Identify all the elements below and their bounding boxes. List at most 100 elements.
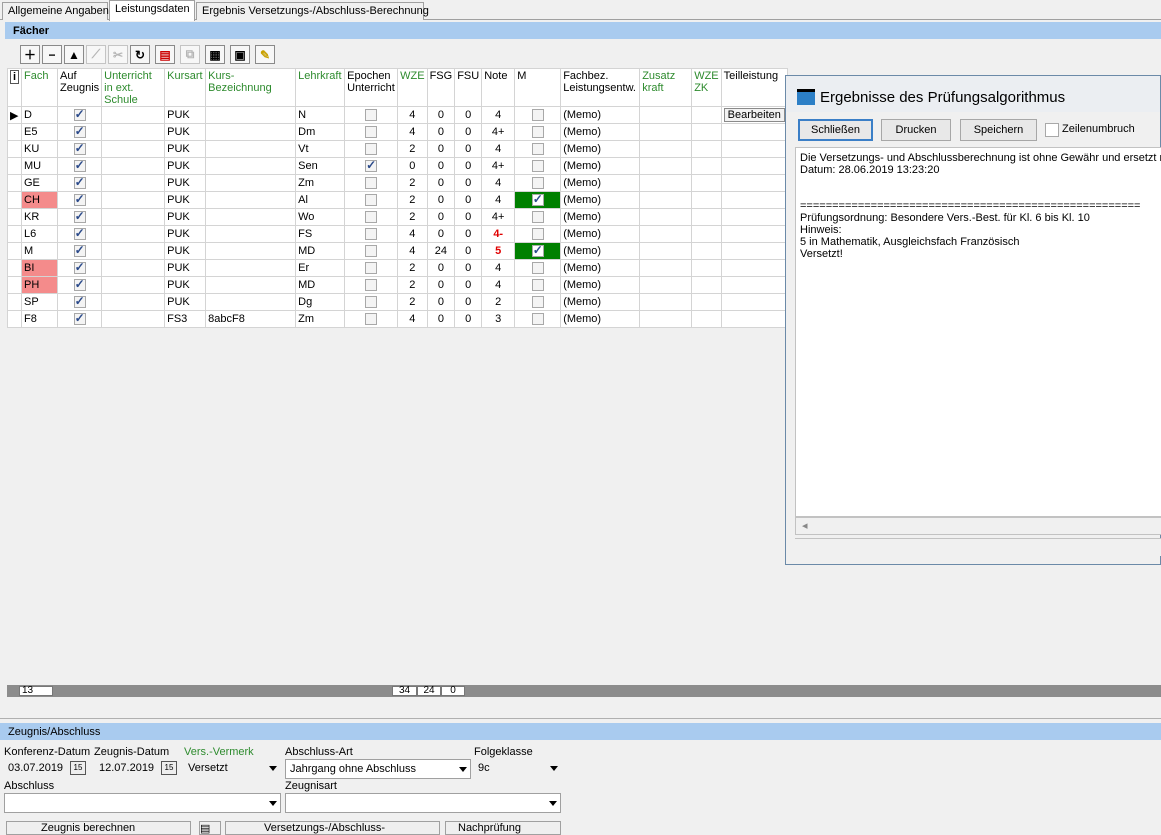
- cell-kursbez[interactable]: [205, 157, 297, 175]
- copy-button[interactable]: ⧉: [180, 45, 200, 64]
- cell-kursart[interactable]: PUK: [164, 242, 207, 260]
- cell-kursbez[interactable]: [205, 208, 297, 226]
- cell-zusatzkraft[interactable]: [639, 208, 693, 226]
- cell-fachbez[interactable]: (Memo): [560, 123, 641, 141]
- chart-button[interactable]: ⟋: [86, 45, 106, 64]
- checkbox[interactable]: [365, 211, 378, 224]
- konferenz-date-input[interactable]: 03.07.2019 15: [4, 759, 90, 779]
- cell-fsg[interactable]: 0: [426, 157, 456, 175]
- horizontal-scrollbar[interactable]: ◂: [795, 517, 1161, 535]
- cell-zusatzkraft[interactable]: [639, 242, 693, 260]
- cell-lehrkraft[interactable]: Dm: [295, 123, 346, 141]
- cell-wze-zk[interactable]: [691, 208, 722, 226]
- cell-fach[interactable]: BI: [21, 259, 58, 277]
- cell-fach[interactable]: GE: [21, 174, 58, 192]
- checkbox[interactable]: [531, 228, 544, 241]
- cell-note[interactable]: 4: [481, 174, 516, 192]
- scroll-left-icon[interactable]: ◂: [802, 519, 808, 532]
- cell-lehrkraft[interactable]: Sen: [295, 157, 346, 175]
- checkbox[interactable]: [73, 295, 86, 309]
- bearbeiten-button[interactable]: Bearbeiten: [723, 108, 785, 122]
- row-indicator[interactable]: [7, 191, 22, 209]
- cell-note[interactable]: 4: [481, 259, 516, 277]
- zeugnis-berechnen-button[interactable]: Zeugnis berechnen: [6, 821, 191, 835]
- cell-fach[interactable]: D: [21, 106, 58, 124]
- row-indicator[interactable]: [7, 225, 22, 243]
- cell-fachbez[interactable]: (Memo): [560, 225, 641, 243]
- notes-button[interactable]: ▦: [205, 45, 225, 64]
- row-indicator[interactable]: [7, 208, 22, 226]
- checkbox[interactable]: [365, 177, 378, 190]
- chevron-down-icon[interactable]: [269, 801, 277, 806]
- m-checkbox[interactable]: [514, 191, 562, 209]
- checkbox[interactable]: [531, 193, 544, 207]
- cell-ext-schule[interactable]: [101, 123, 166, 141]
- cell-fach[interactable]: PH: [21, 276, 58, 294]
- cell-teilleistung[interactable]: [720, 208, 788, 226]
- abschluss-select[interactable]: [4, 793, 281, 813]
- cell-zusatzkraft[interactable]: [639, 293, 693, 311]
- header-wze[interactable]: WZE: [397, 68, 428, 107]
- table-row[interactable]: ▶DPUKN4004(Memo)Bearbeiten: [7, 106, 788, 124]
- row-indicator[interactable]: [7, 293, 22, 311]
- header-fsu[interactable]: FSU: [454, 68, 483, 107]
- cell-fsu[interactable]: 0: [454, 242, 483, 260]
- cell-fsu[interactable]: 0: [454, 157, 483, 175]
- auf-zeugnis-checkbox[interactable]: [56, 310, 103, 328]
- cell-lehrkraft[interactable]: Vt: [295, 140, 346, 158]
- cell-lehrkraft[interactable]: Al: [295, 191, 346, 209]
- add-button[interactable]: ＋: [20, 45, 40, 64]
- auf-zeugnis-checkbox[interactable]: [56, 242, 103, 260]
- checkbox[interactable]: [365, 262, 378, 275]
- checkbox[interactable]: [531, 296, 544, 309]
- cell-ext-schule[interactable]: [101, 259, 166, 277]
- cell-kursart[interactable]: PUK: [164, 293, 207, 311]
- auf-zeugnis-checkbox[interactable]: [56, 106, 103, 124]
- cell-ext-schule[interactable]: [101, 174, 166, 192]
- cell-kursbez[interactable]: [205, 276, 297, 294]
- cell-kursbez[interactable]: 8abcF8: [205, 310, 297, 328]
- cell-lehrkraft[interactable]: MD: [295, 242, 346, 260]
- m-checkbox[interactable]: [514, 208, 562, 226]
- folgeklasse-select[interactable]: 9c: [474, 759, 561, 779]
- cell-kursbez[interactable]: [205, 225, 297, 243]
- checkbox[interactable]: [73, 176, 86, 190]
- row-indicator[interactable]: [7, 174, 22, 192]
- zeugnis-date-input[interactable]: 12.07.2019 15: [95, 759, 181, 779]
- cell-note[interactable]: 3: [481, 310, 516, 328]
- table-row[interactable]: F8FS38abcF8Zm4003(Memo): [7, 310, 788, 328]
- checkbox[interactable]: [531, 160, 544, 173]
- epochen-checkbox[interactable]: [344, 242, 399, 260]
- row-indicator[interactable]: [7, 157, 22, 175]
- cell-ext-schule[interactable]: [101, 208, 166, 226]
- cell-kursbez[interactable]: [205, 140, 297, 158]
- checkbox[interactable]: [73, 193, 86, 207]
- cell-wze[interactable]: 0: [397, 157, 428, 175]
- epochen-checkbox[interactable]: [344, 225, 399, 243]
- versetzung-berechnen-button[interactable]: Versetzungs-/Abschluss-Berechnung: [225, 821, 440, 835]
- cell-kursart[interactable]: FS3: [164, 310, 207, 328]
- cell-teilleistung[interactable]: [720, 276, 788, 294]
- cell-fach[interactable]: SP: [21, 293, 58, 311]
- cell-note[interactable]: 5: [481, 242, 516, 260]
- cell-fsg[interactable]: 0: [426, 259, 456, 277]
- cell-wze[interactable]: 2: [397, 276, 428, 294]
- close-button[interactable]: Schließen: [798, 119, 873, 141]
- header-kursbez[interactable]: Kurs-Bezeichnung: [205, 68, 297, 107]
- save-button[interactable]: Speichern: [960, 119, 1037, 141]
- table-row[interactable]: CHPUKAl2004(Memo): [7, 191, 788, 209]
- cell-zusatzkraft[interactable]: [639, 191, 693, 209]
- table-row[interactable]: E5PUKDm4004+(Memo): [7, 123, 788, 141]
- cell-teilleistung[interactable]: [720, 310, 788, 328]
- auf-zeugnis-checkbox[interactable]: [56, 276, 103, 294]
- cell-fsu[interactable]: 0: [454, 259, 483, 277]
- cell-fsu[interactable]: 0: [454, 276, 483, 294]
- cell-fachbez[interactable]: (Memo): [560, 293, 641, 311]
- cell-kursbez[interactable]: [205, 242, 297, 260]
- cell-wze-zk[interactable]: [691, 293, 722, 311]
- cell-ext-schule[interactable]: [101, 310, 166, 328]
- zeugnisart-select[interactable]: [285, 793, 561, 813]
- cell-fsu[interactable]: 0: [454, 293, 483, 311]
- m-checkbox[interactable]: [514, 140, 562, 158]
- epochen-checkbox[interactable]: [344, 276, 399, 294]
